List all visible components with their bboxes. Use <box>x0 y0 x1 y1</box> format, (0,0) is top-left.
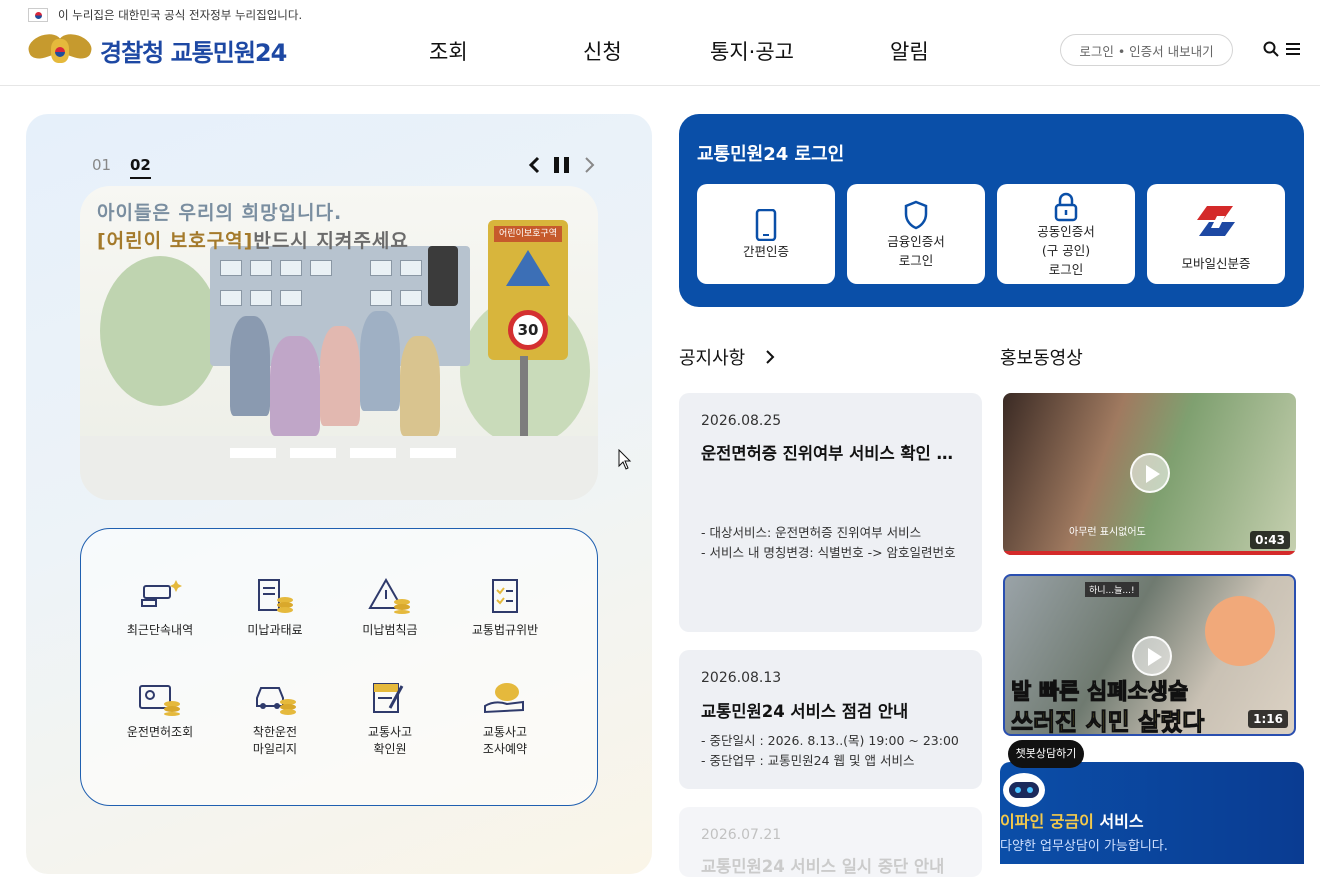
notice-date: 2026.08.25 <box>701 413 782 429</box>
phone-icon <box>755 209 777 241</box>
video-card[interactable]: 하니...늘...! 발 빠른 심폐소생술 쓰러진 시민 살렸다 1:16 <box>1003 574 1296 736</box>
video-title: 홍보동영상 <box>1000 348 1083 369</box>
quick-menu-label: 운전면허조회 <box>126 725 194 739</box>
notice-card[interactable]: 2026.07.21 교통민원24 서비스 일시 중단 안내 <box>679 807 982 877</box>
shield-icon <box>904 200 928 230</box>
chevron-right-icon[interactable] <box>764 349 776 365</box>
video-duration: 1:16 <box>1248 710 1288 728</box>
slide-page-1[interactable]: 01 <box>92 156 111 174</box>
hand-piggy-icon <box>450 680 560 716</box>
warning-coins-icon <box>335 578 445 614</box>
financial-cert-button[interactable]: 금융인증서 로그인 <box>847 184 985 284</box>
slide-page-2[interactable]: 02 <box>130 156 151 179</box>
korea-flag-icon <box>28 8 48 22</box>
notice-date: 2026.08.13 <box>701 670 782 686</box>
quick-menu-item[interactable]: 미납과태료 <box>220 578 330 639</box>
quick-menu-item[interactable]: 착한운전 마일리지 <box>220 680 330 758</box>
notice-card[interactable]: 2026.08.25 운전면허증 진위여부 서비스 확인 방법 변경 안내 - … <box>679 393 982 632</box>
nav-item-apply[interactable]: 신청 <box>583 36 622 66</box>
notice-card[interactable]: 2026.08.13 교통민원24 서비스 점검 안내 - 중단일시 : 202… <box>679 650 982 789</box>
camera-icon <box>105 578 215 614</box>
banner-line2: [어린이 보호구역]반드시 지켜주세요 <box>97 230 409 252</box>
notice-date: 2026.07.21 <box>701 827 782 843</box>
login-export-button[interactable]: 로그인 • 인증서 내보내기 <box>1060 34 1233 66</box>
video-caption: 아무런 표시없어도 <box>1069 527 1146 538</box>
login-title: 교통민원24 로그인 <box>697 144 845 165</box>
quick-menu-label: 착한운전 마일리지 <box>252 725 298 756</box>
notice-line: - 중단업무 : 교통민원24 웹 및 앱 서비스 <box>701 753 915 768</box>
nav-item-inquiry[interactable]: 조회 <box>429 36 468 66</box>
quick-menu-label: 미납과태료 <box>247 623 303 637</box>
notice-line: - 중단일시 : 2026. 8.13..(목) 19:00 ~ 23:00 <box>701 733 959 748</box>
quick-menu-label: 미납범칙금 <box>362 623 418 637</box>
nav-item-news[interactable]: 알림 <box>890 36 929 66</box>
gov-banner: 이 누리집은 대한민국 공식 전자정부 누리집입니다. <box>28 6 302 24</box>
traffic-light-icon <box>428 246 458 306</box>
quick-menu-item[interactable]: 운전면허조회 <box>105 680 215 741</box>
chatbot-title: 이파인 궁금이 서비스 <box>1000 812 1144 831</box>
checklist-icon <box>450 578 560 614</box>
receipt-coins-icon <box>220 578 330 614</box>
quick-menu-label: 교통사고 조사예약 <box>482 725 528 756</box>
quick-menu-item[interactable]: 교통사고 조사예약 <box>450 680 560 758</box>
mobile-id-button[interactable]: 모바일신분증 <box>1147 184 1285 284</box>
notice-headline: 운전면허증 진위여부 서비스 확인 방법 변경 안내 <box>701 444 961 463</box>
nav-item-notice[interactable]: 통지·공고 <box>710 36 794 66</box>
quick-menu-item[interactable]: 교통사고 확인원 <box>335 680 445 758</box>
car-coins-icon <box>220 680 330 716</box>
logo-text: 경찰청 교통민원24 <box>100 38 287 67</box>
id-card-coins-icon <box>105 680 215 716</box>
rescuer-illustration <box>1205 596 1275 666</box>
chatbot-subtitle: 다양한 업무상담이 가능합니다. <box>1000 839 1168 854</box>
mobile-id-icon <box>1197 206 1235 236</box>
quick-menu-item[interactable]: 미납범칙금 <box>335 578 445 639</box>
notice-headline: 교통민원24 서비스 일시 중단 안내 <box>701 857 945 876</box>
search-icon[interactable] <box>1262 40 1280 58</box>
notice-line: - 대상서비스: 운전면허증 진위여부 서비스 <box>701 525 922 540</box>
police-emblem-icon <box>25 30 95 69</box>
lock-icon <box>1054 192 1078 222</box>
video-bubble: 하니...늘...! <box>1085 582 1139 597</box>
banner-line1: 아이들은 우리의 희망입니다. <box>97 202 343 224</box>
quick-menu-item[interactable]: 교통법규위반 <box>450 578 560 639</box>
joint-cert-button[interactable]: 공동인증서 (구 공인) 로그인 <box>997 184 1135 284</box>
speed-limit-sign: 30 <box>508 310 548 350</box>
pause-icon[interactable] <box>552 156 572 174</box>
notice-line: - 서비스 내 명칭변경: 식별번호 -> 암호일련번호 <box>701 545 956 560</box>
prev-arrow-icon[interactable] <box>528 156 542 174</box>
next-arrow-icon[interactable] <box>582 156 596 174</box>
slide-banner[interactable]: 어린이보호구역 30 아이들은 우리의 희망입니다. [어린이 보호구역]반드시… <box>80 186 598 500</box>
chatbot-robot-icon <box>1003 773 1045 807</box>
menu-icon[interactable] <box>1284 40 1302 58</box>
site-logo[interactable]: 경찰청 교통민원24 <box>25 30 287 70</box>
quick-menu-label: 교통법규위반 <box>471 623 539 637</box>
gov-banner-text: 이 누리집은 대한민국 공식 전자정부 누리집입니다. <box>58 8 303 22</box>
header: 경찰청 교통민원24 조회 신청 통지·공고 알림 로그인 • 인증서 내보내기 <box>0 26 1320 86</box>
quick-menu-label: 최근단속내역 <box>126 623 194 637</box>
notice-title[interactable]: 공지사항 <box>679 344 745 370</box>
quick-menu-label: 교통사고 확인원 <box>367 725 413 756</box>
quick-menu <box>80 528 598 806</box>
easy-auth-button[interactable]: 간편인증 <box>697 184 835 284</box>
chatbot-bubble[interactable]: 챗봇상담하기 <box>1008 740 1084 768</box>
video-card[interactable]: 아무런 표시없어도 0:43 <box>1003 393 1296 555</box>
video-caption-bottom: 쓰러진 시민 살렸다 <box>1010 708 1205 736</box>
mouse-cursor-icon <box>618 449 632 470</box>
quick-menu-item[interactable]: 최근단속내역 <box>105 578 215 639</box>
play-icon[interactable] <box>1132 636 1172 676</box>
play-icon[interactable] <box>1130 453 1170 493</box>
document-pen-icon <box>335 680 445 716</box>
notice-headline: 교통민원24 서비스 점검 안내 <box>701 702 909 721</box>
video-duration: 0:43 <box>1250 531 1290 549</box>
